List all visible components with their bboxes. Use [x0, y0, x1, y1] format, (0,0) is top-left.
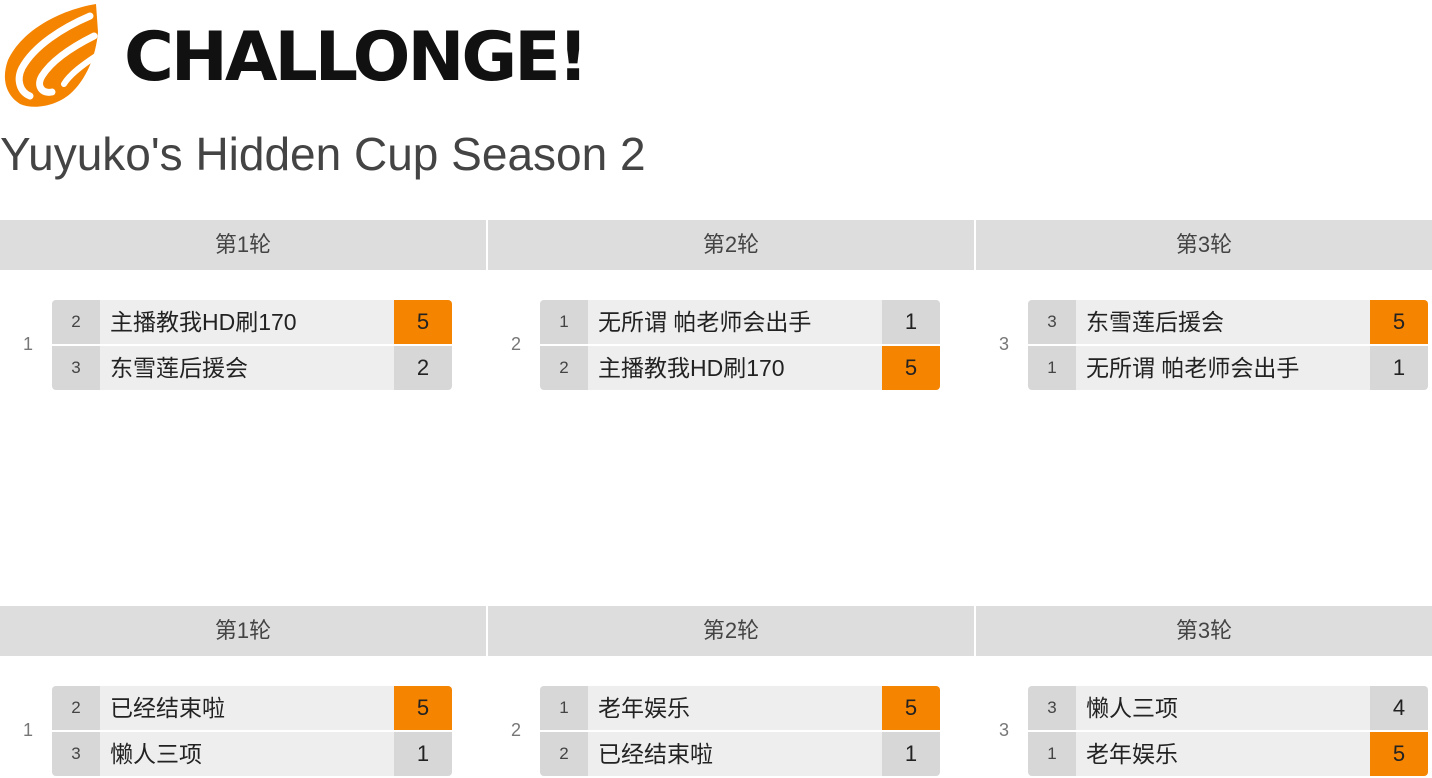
player-seed: 2 [52, 686, 100, 730]
player-seed: 2 [52, 300, 100, 344]
player-name: 东雪莲后援会 [1086, 309, 1224, 335]
match-player-bottom[interactable]: 3 懒人三项 1 [52, 732, 452, 776]
player-score: 4 [1370, 686, 1428, 730]
player-seed: 1 [1028, 346, 1076, 390]
player-seed: 2 [540, 732, 588, 776]
match-player-top[interactable]: 1 无所谓 帕老师会出手 1 [540, 300, 940, 344]
round-header-1: 第1轮 [0, 606, 486, 656]
match-player-bottom[interactable]: 1 无所谓 帕老师会出手 1 [1028, 346, 1428, 390]
player-score: 1 [394, 732, 452, 776]
round-headers: 第1轮 第2轮 第3轮 [0, 606, 1432, 656]
player-name: 主播教我HD刷170 [110, 309, 297, 335]
player-score-winner: 5 [882, 686, 940, 730]
player-score-winner: 5 [1370, 732, 1428, 776]
match-player-top[interactable]: 3 懒人三项 4 [1028, 686, 1428, 730]
match-card[interactable]: 1 2 已经结束啦 5 3 懒人三项 1 [23, 686, 452, 776]
match-player-bottom[interactable]: 2 已经结束啦 1 [540, 732, 940, 776]
match-player-top[interactable]: 3 东雪莲后援会 5 [1028, 300, 1428, 344]
match-number: 1 [22, 720, 33, 740]
round-header-2: 第2轮 [488, 606, 974, 656]
player-name: 已经结束啦 [110, 695, 225, 721]
player-seed: 3 [52, 732, 100, 776]
round-header-3: 第3轮 [976, 606, 1432, 656]
flame-logo-icon [4, 4, 99, 107]
brand-name: CHALLONGE! [124, 18, 589, 97]
player-name: 已经结束啦 [598, 741, 713, 767]
player-score: 1 [882, 732, 940, 776]
challonge-logo[interactable]: CHALLONGE! [0, 0, 640, 110]
match-number: 2 [510, 334, 521, 354]
player-seed: 3 [1028, 686, 1076, 730]
match-player-top[interactable]: 1 老年娱乐 5 [540, 686, 940, 730]
round-header-1: 第1轮 [0, 220, 486, 270]
match-card[interactable]: 1 2 主播教我HD刷170 5 3 东雪莲后援会 2 [23, 300, 452, 390]
player-seed: 3 [52, 346, 100, 390]
match-number: 1 [22, 334, 33, 354]
match-card[interactable]: 3 3 懒人三项 4 1 老年娱乐 5 [999, 686, 1428, 776]
match-number: 2 [510, 720, 521, 740]
player-name: 懒人三项 [110, 741, 202, 767]
player-score-winner: 5 [1370, 300, 1428, 344]
player-seed: 1 [540, 686, 588, 730]
match-player-top[interactable]: 2 已经结束啦 5 [52, 686, 452, 730]
match-player-bottom[interactable]: 2 主播教我HD刷170 5 [540, 346, 940, 390]
player-score: 2 [394, 346, 452, 390]
player-name: 懒人三项 [1086, 695, 1178, 721]
player-score: 1 [1370, 346, 1428, 390]
player-score-winner: 5 [882, 346, 940, 390]
player-seed: 3 [1028, 300, 1076, 344]
tournament-title: Yuyuko's Hidden Cup Season 2 [0, 128, 646, 180]
round-header-3: 第3轮 [976, 220, 1432, 270]
player-name: 东雪莲后援会 [110, 355, 248, 381]
match-number: 3 [998, 334, 1009, 354]
match-card[interactable]: 2 1 老年娱乐 5 2 已经结束啦 1 [511, 686, 940, 776]
match-row: 1 2 主播教我HD刷170 5 3 东雪莲后援会 2 2 1 无所谓 帕老师会… [0, 300, 1432, 392]
player-seed: 1 [1028, 732, 1076, 776]
player-seed: 2 [540, 346, 588, 390]
bracket-group-2: 第1轮 第2轮 第3轮 1 2 已经结束啦 5 3 懒人三项 1 2 1 老年娱… [0, 606, 1432, 778]
player-seed: 1 [540, 300, 588, 344]
match-row: 1 2 已经结束啦 5 3 懒人三项 1 2 1 老年娱乐 5 2 已经结束啦 [0, 686, 1432, 778]
round-header-2: 第2轮 [488, 220, 974, 270]
round-headers: 第1轮 第2轮 第3轮 [0, 220, 1432, 270]
player-score: 1 [882, 300, 940, 344]
player-name: 主播教我HD刷170 [598, 355, 785, 381]
player-name: 老年娱乐 [1086, 741, 1178, 767]
player-name: 无所谓 帕老师会出手 [1086, 355, 1300, 381]
match-card[interactable]: 2 1 无所谓 帕老师会出手 1 2 主播教我HD刷170 5 [511, 300, 940, 390]
match-player-bottom[interactable]: 3 东雪莲后援会 2 [52, 346, 452, 390]
player-score-winner: 5 [394, 300, 452, 344]
match-player-top[interactable]: 2 主播教我HD刷170 5 [52, 300, 452, 344]
player-name: 老年娱乐 [598, 695, 690, 721]
match-card[interactable]: 3 3 东雪莲后援会 5 1 无所谓 帕老师会出手 1 [999, 300, 1428, 390]
match-player-bottom[interactable]: 1 老年娱乐 5 [1028, 732, 1428, 776]
player-score-winner: 5 [394, 686, 452, 730]
bracket-group-1: 第1轮 第2轮 第3轮 1 2 主播教我HD刷170 5 3 东雪莲后援会 2 … [0, 220, 1432, 392]
player-name: 无所谓 帕老师会出手 [598, 309, 812, 335]
match-number: 3 [998, 720, 1009, 740]
